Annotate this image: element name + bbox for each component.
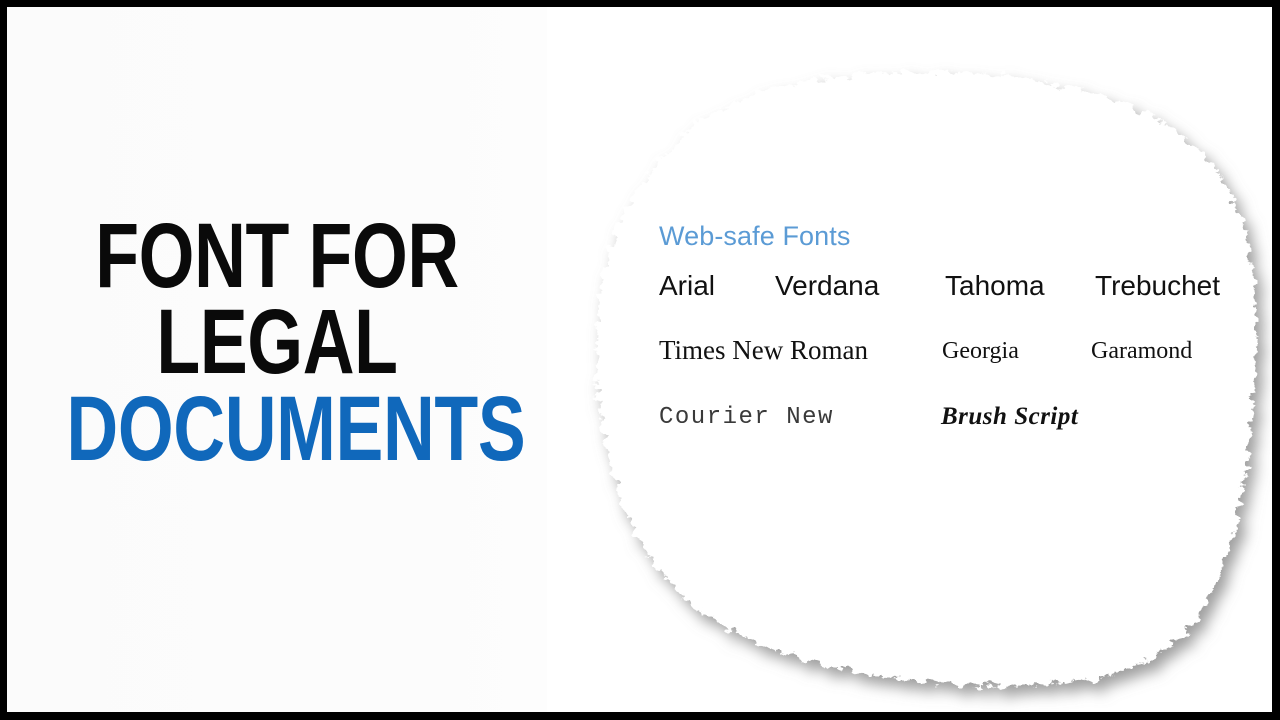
slide-canvas: FONT FOR LEGAL DOCUMENTS Web-safe Fonts … — [7, 7, 1272, 712]
sample-row-sans: Arial Verdana Tahoma Trebuchet — [659, 270, 1239, 324]
sample-row-mono-script: Courier New Brush Script — [659, 400, 1239, 454]
font-sample-brush-script: Brush Script — [941, 403, 1079, 430]
font-sample-times-new-roman: Times New Roman — [659, 335, 869, 365]
page-title: FONT FOR LEGAL DOCUMENTS — [7, 205, 547, 480]
slide-frame: FONT FOR LEGAL DOCUMENTS Web-safe Fonts … — [0, 0, 1280, 720]
font-sample-panel: Web-safe Fonts Arial Verdana Tahoma Treb… — [659, 221, 1239, 454]
sample-row-serif: Times New Roman Georgia Garamond — [659, 335, 1239, 389]
font-sample-courier-new: Courier New — [659, 404, 834, 431]
font-sample-verdana: Verdana — [775, 270, 880, 301]
font-sample-georgia: Georgia — [942, 338, 1019, 364]
title-line-2: LEGAL — [156, 291, 398, 394]
title-line-1: FONT FOR — [95, 205, 459, 307]
samples-heading: Web-safe Fonts — [659, 221, 851, 251]
font-sample-arial: Arial — [659, 270, 716, 301]
title-line-3: DOCUMENTS — [66, 377, 526, 480]
font-sample-tahoma: Tahoma — [945, 270, 1045, 301]
font-sample-garamond: Garamond — [1091, 338, 1193, 364]
font-sample-trebuchet: Trebuchet — [1095, 270, 1221, 301]
